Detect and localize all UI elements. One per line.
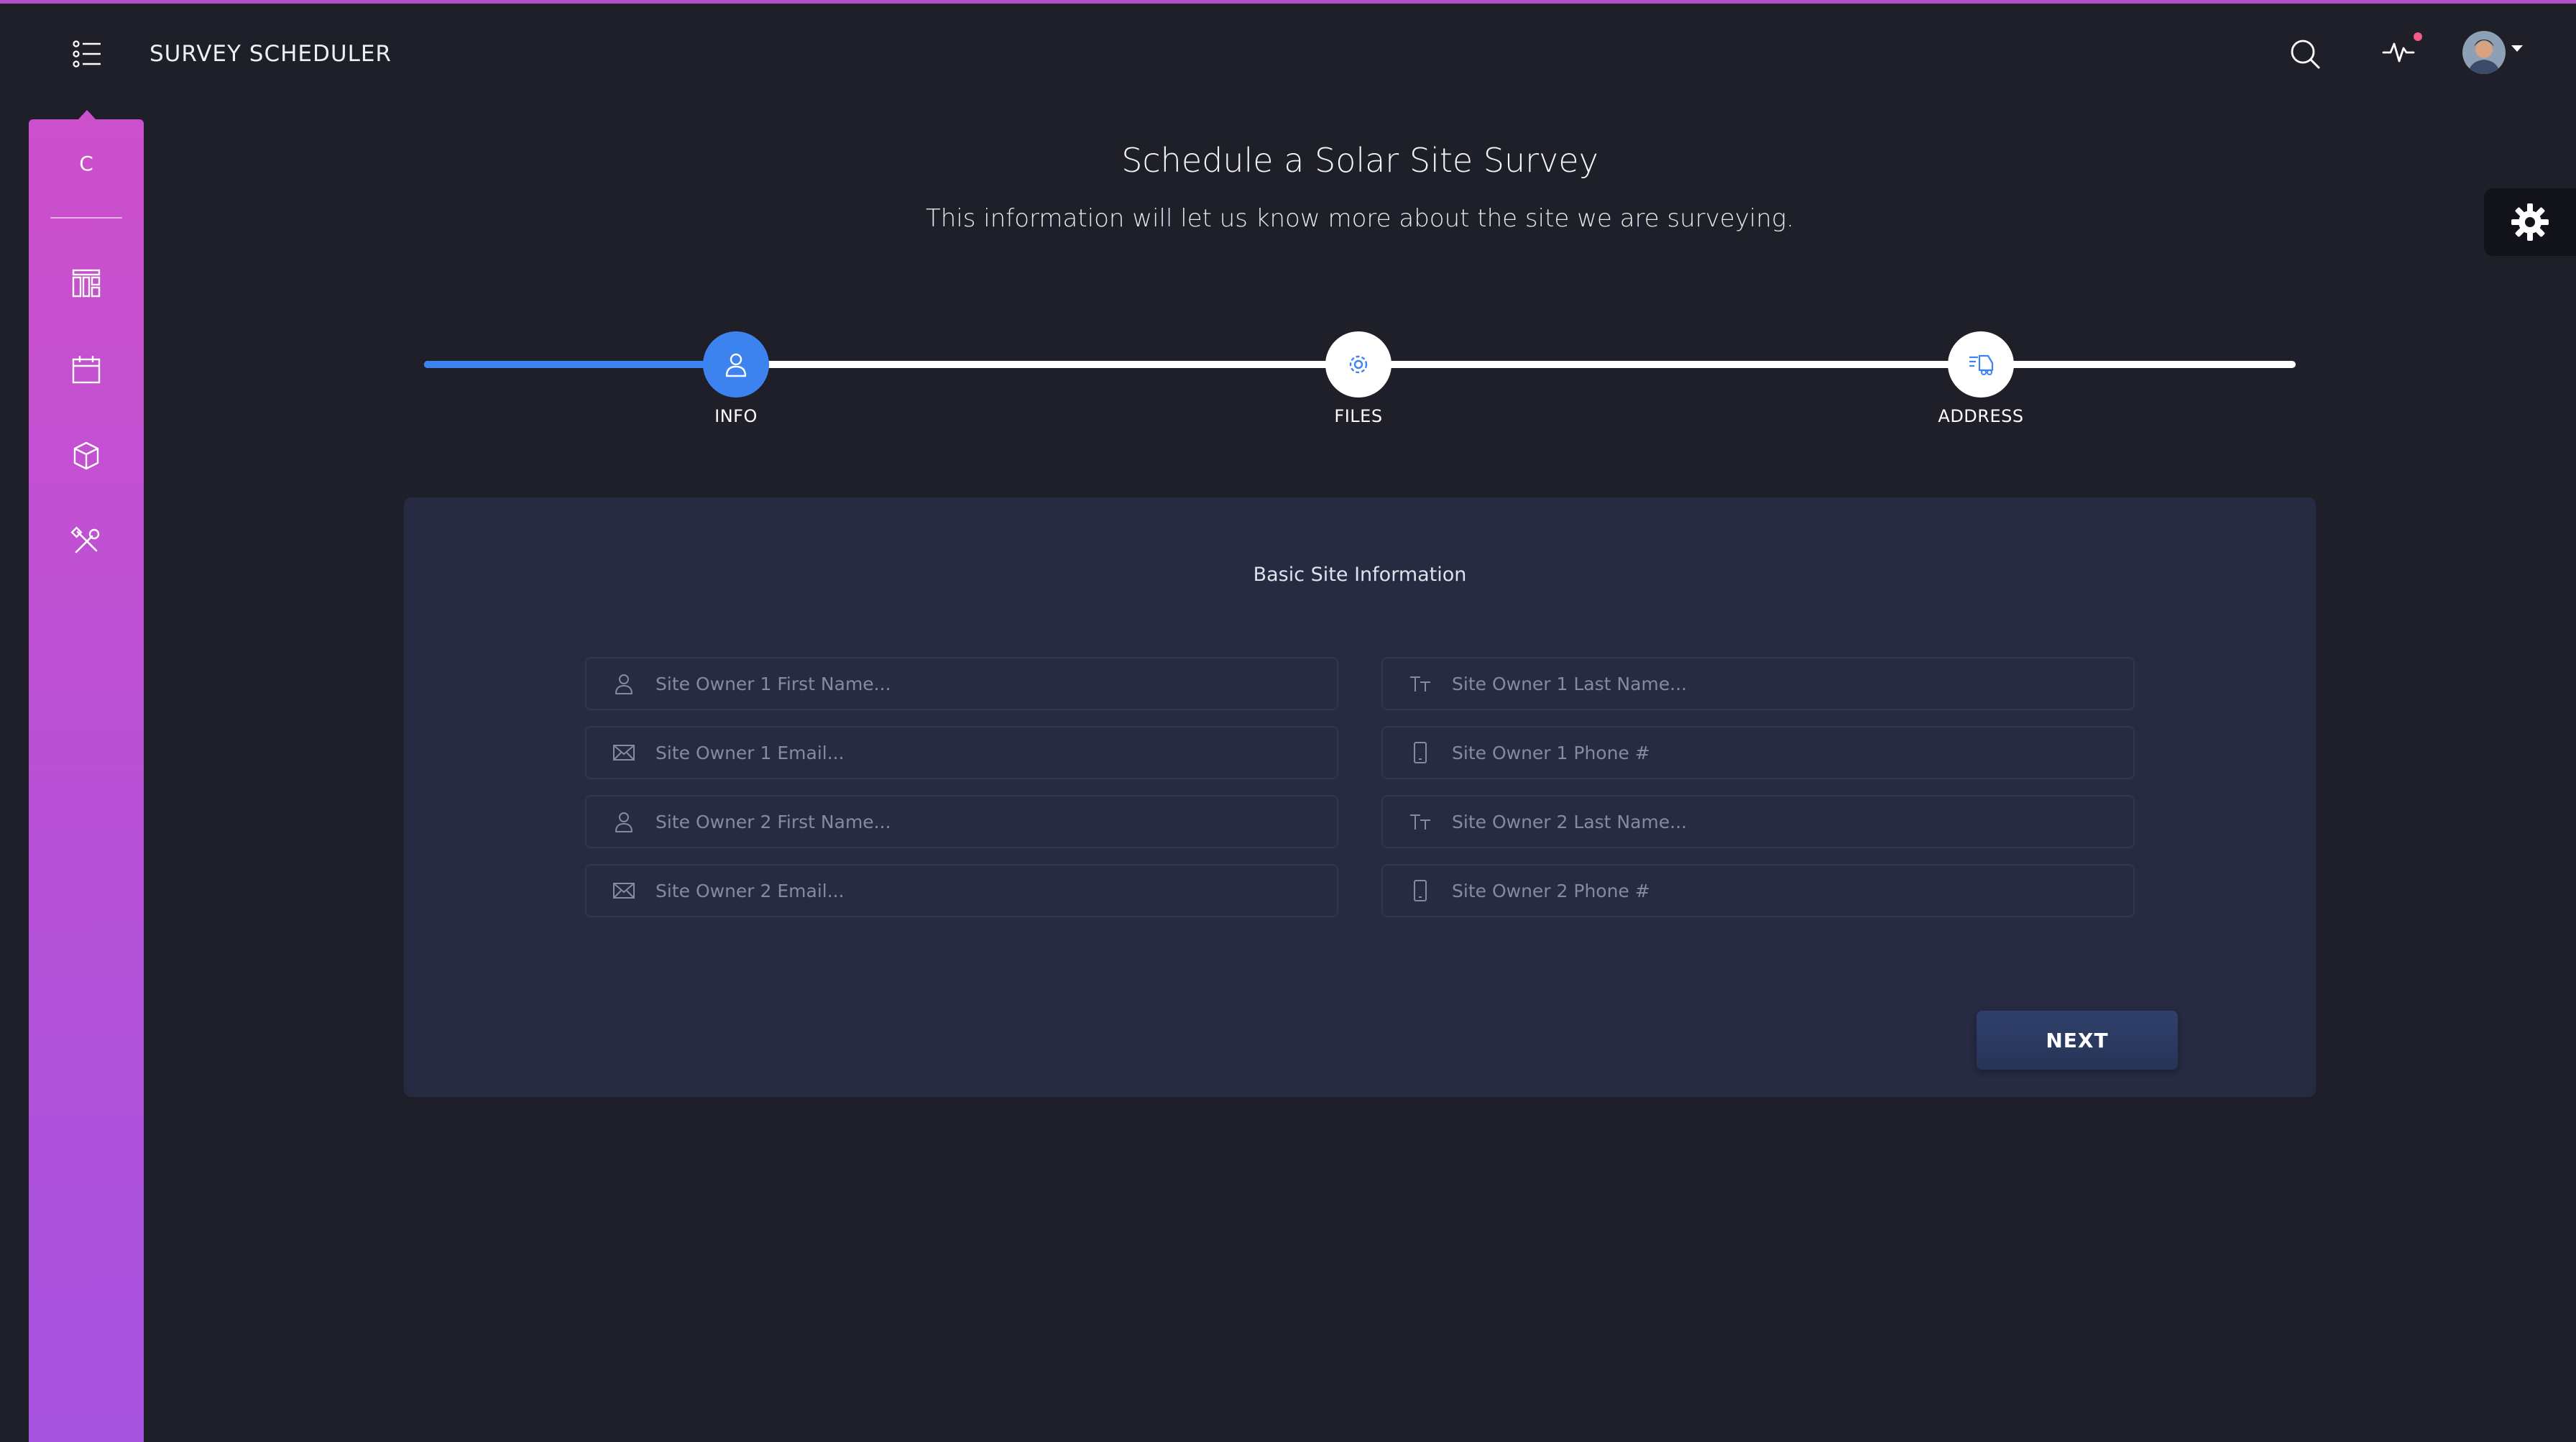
notification-dot bbox=[2414, 32, 2422, 41]
owner2-email-field[interactable] bbox=[585, 864, 1338, 917]
sidebar-logo[interactable]: C bbox=[29, 152, 144, 175]
page-subtitle: This information will let us know more a… bbox=[925, 204, 1795, 233]
card-title: Basic Site Information bbox=[1253, 564, 1467, 586]
app-title: SURVEY SCHEDULER bbox=[150, 41, 392, 67]
owner1-phone-field[interactable] bbox=[1381, 726, 2135, 779]
sidebar-notch bbox=[78, 110, 96, 120]
phone-icon bbox=[1404, 737, 1436, 768]
gear-icon bbox=[2511, 203, 2549, 241]
owner1-last-name-input[interactable] bbox=[1452, 662, 2119, 705]
wizard-step-files[interactable]: FILES bbox=[1287, 331, 1430, 426]
sidebar-item-dashboard[interactable] bbox=[65, 262, 108, 305]
owner2-last-name-input[interactable] bbox=[1452, 800, 2119, 843]
calendar-icon bbox=[72, 356, 101, 384]
owner1-email-input[interactable] bbox=[656, 731, 1322, 774]
wizard-step-label: INFO bbox=[714, 406, 758, 426]
wizard-step-label: ADDRESS bbox=[1938, 406, 2024, 426]
phone-icon bbox=[1404, 875, 1436, 906]
wizard-step-label: FILES bbox=[1334, 406, 1383, 426]
menu-toggle-icon[interactable] bbox=[72, 40, 104, 68]
owner1-phone-input[interactable] bbox=[1452, 731, 2119, 774]
sidebar-item-tools[interactable] bbox=[65, 520, 108, 564]
owner1-first-name-input[interactable] bbox=[656, 662, 1322, 705]
tools-icon bbox=[70, 526, 100, 554]
mail-icon bbox=[608, 875, 640, 906]
site-info-card: Basic Site Information Site Owner 1 Firs… bbox=[404, 497, 2316, 1097]
box-icon bbox=[73, 441, 99, 470]
sidebar-item-calendar[interactable] bbox=[65, 348, 108, 391]
chevron-down-icon[interactable] bbox=[2511, 45, 2523, 52]
owner1-first-name-field[interactable] bbox=[585, 657, 1338, 710]
sidebar-divider bbox=[50, 217, 122, 219]
wizard-step-info[interactable]: INFO bbox=[664, 331, 808, 426]
next-button[interactable]: NEXT bbox=[1977, 1011, 2178, 1070]
owner1-last-name-field[interactable] bbox=[1381, 657, 2135, 710]
user-icon bbox=[725, 353, 747, 377]
user-icon bbox=[608, 806, 640, 837]
gear-icon bbox=[1349, 355, 1368, 374]
user-icon bbox=[608, 668, 640, 699]
top-bar: SURVEY SCHEDULER bbox=[0, 4, 2576, 104]
sidebar: C bbox=[29, 119, 144, 1442]
sidebar-item-packages[interactable] bbox=[65, 434, 108, 477]
owner2-last-name-field[interactable] bbox=[1381, 795, 2135, 848]
layout-icon bbox=[72, 269, 101, 298]
text-size-icon bbox=[1404, 668, 1436, 699]
activity-icon[interactable] bbox=[2380, 32, 2424, 68]
wizard-progress: INFO FILES ADDRESS bbox=[424, 331, 2296, 438]
search-icon[interactable] bbox=[2287, 36, 2323, 72]
delivery-icon bbox=[1969, 354, 1994, 375]
owner2-phone-input[interactable] bbox=[1452, 869, 2119, 912]
mail-icon bbox=[608, 737, 640, 768]
owner1-email-field[interactable] bbox=[585, 726, 1338, 779]
owner2-phone-field[interactable] bbox=[1381, 864, 2135, 917]
page-title: Schedule a Solar Site Survey bbox=[1121, 141, 1598, 180]
settings-button[interactable] bbox=[2484, 188, 2576, 256]
owner2-first-name-field[interactable] bbox=[585, 795, 1338, 848]
wizard-step-address[interactable]: ADDRESS bbox=[1909, 331, 2053, 426]
avatar[interactable] bbox=[2462, 31, 2506, 74]
text-size-icon bbox=[1404, 806, 1436, 837]
owner2-email-input[interactable] bbox=[656, 869, 1322, 912]
owner2-first-name-input[interactable] bbox=[656, 800, 1322, 843]
